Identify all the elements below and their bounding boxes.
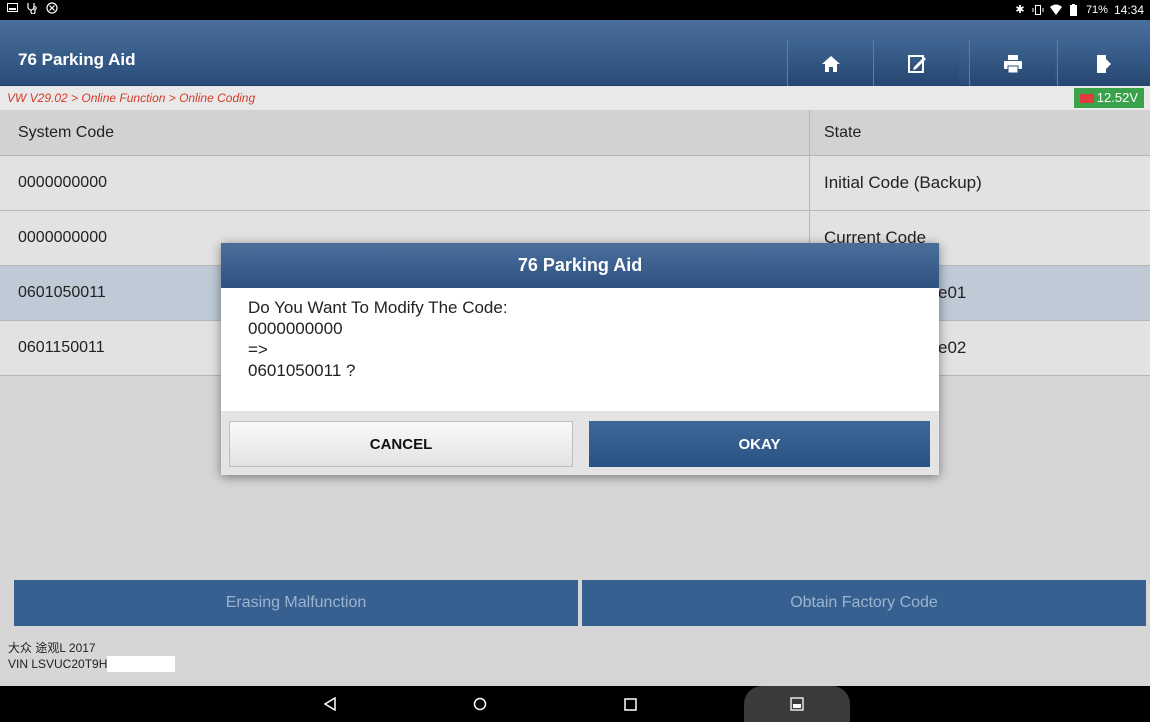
- exit-icon: [1097, 55, 1111, 73]
- action-bar: Erasing Malfunction Obtain Factory Code: [0, 577, 1150, 629]
- column-header-state: State: [824, 123, 862, 141]
- circle-home-icon: [473, 697, 487, 711]
- home-button[interactable]: [787, 40, 873, 88]
- cancel-button[interactable]: CANCEL: [229, 421, 573, 467]
- erasing-malfunction-button[interactable]: Erasing Malfunction: [14, 580, 578, 626]
- dialog-arrow: =>: [248, 340, 268, 359]
- screenshot-icon: [6, 2, 18, 14]
- clock: 14:34: [1113, 3, 1144, 17]
- diagnostic-icon: [26, 2, 38, 15]
- back-button[interactable]: [310, 686, 350, 722]
- row-code: 0000000000: [0, 156, 810, 210]
- back-icon: [323, 697, 336, 711]
- bluetooth-icon: ✱: [1015, 4, 1025, 16]
- print-icon: [1003, 55, 1022, 74]
- dialog-new-code: 0601050011 ?: [248, 361, 356, 380]
- battery-percent: 71%: [1085, 4, 1108, 16]
- vibrate-icon: [1032, 4, 1044, 16]
- dialog-button-bar: CANCEL OKAY: [221, 411, 939, 475]
- car-battery-icon: [1079, 93, 1094, 103]
- table-row[interactable]: 0000000000 Initial Code (Backup): [0, 156, 1150, 211]
- breadcrumb: VW V29.02 > Online Function > Online Cod…: [0, 86, 1150, 110]
- obtain-factory-code-button[interactable]: Obtain Factory Code: [582, 580, 1146, 626]
- voltage-badge: 12.52V: [1073, 88, 1144, 108]
- square-recents-icon: [623, 697, 637, 711]
- recents-button[interactable]: [610, 686, 650, 722]
- wifi-icon: [1049, 4, 1062, 16]
- row-state: Initial Code (Backup): [824, 173, 982, 192]
- print-button[interactable]: [969, 40, 1055, 88]
- dialog-message: Do You Want To Modify The Code: 00000000…: [221, 288, 939, 411]
- app-header: 76 Parking Aid: [0, 20, 1150, 88]
- edit-button[interactable]: [873, 40, 959, 88]
- voltage-value: 12.52V: [1096, 90, 1138, 105]
- exit-button[interactable]: [1057, 40, 1150, 88]
- edit-icon: [907, 55, 926, 73]
- home-nav-button[interactable]: [460, 686, 500, 722]
- vehicle-model: 大众 途观L 2017: [8, 641, 96, 655]
- page-title: 76 Parking Aid: [18, 50, 136, 69]
- gear-icon: [46, 2, 58, 14]
- image-icon: [790, 697, 804, 711]
- table-header: System Code State: [0, 110, 1150, 156]
- modify-code-dialog: 76 Parking Aid Do You Want To Modify The…: [221, 243, 939, 475]
- okay-button[interactable]: OKAY: [589, 421, 930, 467]
- column-header-system-code: System Code: [0, 110, 810, 155]
- vehicle-info: 大众 途观L 2017 VIN LSVUC20T9H: [0, 630, 1150, 686]
- dialog-title: 76 Parking Aid: [221, 243, 939, 288]
- home-icon: [821, 56, 840, 72]
- status-bar: ✱ 71% 14:34: [0, 0, 1150, 20]
- screenshot-button[interactable]: [744, 686, 850, 722]
- vin-redaction: [107, 656, 176, 672]
- breadcrumb-path: VW V29.02 > Online Function > Online Cod…: [7, 91, 256, 105]
- navigation-bar: [0, 686, 1150, 722]
- vehicle-vin: VIN LSVUC20T9H: [8, 656, 1150, 672]
- dialog-old-code: 0000000000: [248, 319, 343, 338]
- battery-icon: [1068, 4, 1080, 16]
- dialog-message-line: Do You Want To Modify The Code:: [248, 298, 508, 317]
